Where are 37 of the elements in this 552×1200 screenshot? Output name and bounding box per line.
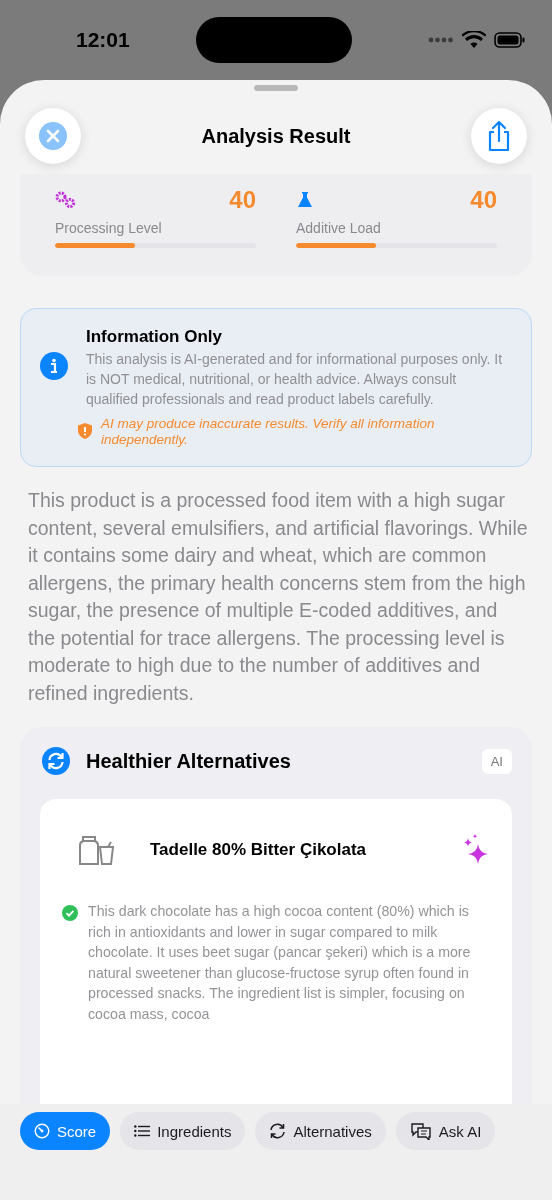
check-icon — [62, 905, 78, 921]
wifi-icon — [462, 31, 486, 49]
warning-text: AI may produce inaccurate results. Verify all information independently. — [101, 416, 436, 448]
tab[interactable]: Ask AI — [395, 1112, 496, 1150]
tab[interactable]: Ingredients — [120, 1112, 246, 1150]
signal-icon — [428, 37, 454, 43]
notice-title: Information Only — [86, 327, 223, 347]
product-name: Tadelle 80% Bitter Çikolata — [150, 840, 368, 860]
tab[interactable]: Alternatives — [255, 1112, 386, 1150]
alternative-card[interactable] — [40, 799, 512, 1104]
close-button[interactable] — [25, 108, 81, 164]
refresh-icon — [269, 1123, 287, 1139]
alternatives-title: Healthier Alternatives — [86, 749, 291, 773]
score-label: Additive Load — [296, 220, 382, 236]
notice-text: This analysis is AI-generated and for informational purposes only. It is NOT medical, nutritional, or health advice. Always consult qualified professionals and read product labels carefully. — [86, 350, 504, 409]
info-icon — [40, 352, 68, 380]
summary-text: This product is a processed food item with a high sugar content, several emulsifiers, and artificial flavorings. While it contains some dairy and wheat, which are common allergens, the primary health concerns stem from the high sugar, the presence of multiple E-coded additives, and the potential for trace allergens. The processing level is moderate to high due to the number of additives and refined ingredients. — [28, 488, 528, 706]
score-label: Processing Level — [55, 220, 163, 236]
sheet-title: Analysis Result — [201, 124, 351, 148]
jar-and-cup-icon — [78, 833, 116, 867]
flask-icon — [296, 191, 314, 209]
score-value: 40 — [470, 186, 497, 214]
refresh-icon — [42, 747, 70, 775]
gears-icon — [55, 191, 77, 209]
ai-badge: AI — [481, 748, 512, 774]
share-icon — [486, 120, 512, 152]
alternative-reason: This dark chocolate has a high cocoa content (80%) which is rich in antioxidants and lower in sugar compared to milk chocolate. It uses beet sugar (pancar şekeri) which is a more natural sweetener than glucose-fructose syrup often found in processed snacks. The ingredient list is simpler, focusing on cocoa mass, cocoa — [88, 902, 472, 1024]
tab[interactable]: Score — [20, 1112, 111, 1150]
status-time: 12:01 — [76, 28, 131, 52]
score-value: 40 — [229, 186, 256, 214]
gauge-icon — [34, 1123, 50, 1139]
list-icon — [134, 1125, 151, 1137]
warning-shield-icon — [78, 423, 92, 439]
close-icon — [39, 122, 67, 150]
battery-icon — [494, 32, 526, 48]
share-button[interactable] — [471, 108, 527, 164]
chat-bubbles-icon — [409, 1122, 432, 1140]
